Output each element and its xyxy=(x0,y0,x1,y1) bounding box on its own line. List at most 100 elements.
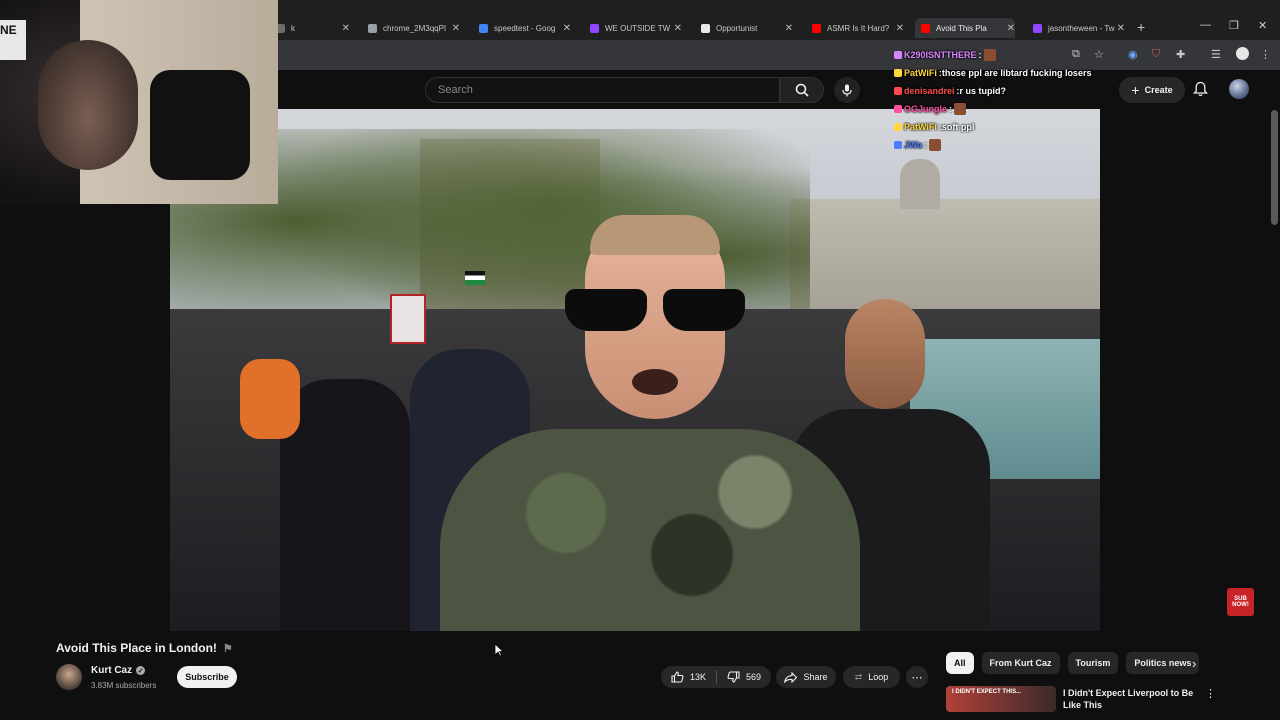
dislike-button[interactable]: 569 xyxy=(717,666,771,688)
tab-close-icon[interactable]: ✕ xyxy=(896,23,904,34)
chevron-right-icon[interactable]: › xyxy=(1192,656,1196,671)
notifications-button[interactable] xyxy=(1193,81,1208,102)
tab-favicon-icon xyxy=(590,23,599,33)
avatar[interactable] xyxy=(1229,79,1249,99)
channel-avatar[interactable] xyxy=(56,664,82,690)
more-vertical-icon[interactable]: ⋮ xyxy=(1205,687,1216,700)
webcam-streamer xyxy=(38,40,138,170)
loop-label: Loop xyxy=(868,672,889,682)
like-button[interactable]: 13K xyxy=(661,666,716,688)
page-scrollbar[interactable] xyxy=(1271,110,1278,225)
subscribe-watermark[interactable]: SUB NOW! xyxy=(1227,588,1254,616)
filter-chip[interactable]: Tourism xyxy=(1067,652,1119,674)
share-icon xyxy=(784,671,798,683)
more-horizontal-icon: ⋯ xyxy=(911,671,923,684)
browser-profile-icon[interactable] xyxy=(1236,47,1249,60)
chat-message: PatWiFi: those ppl are libtard fucking l… xyxy=(894,64,1134,82)
chat-emote-icon xyxy=(954,103,967,115)
chat-username[interactable]: PatWiFi xyxy=(904,122,937,132)
loop-icon: ⇄ xyxy=(854,671,863,682)
verified-icon: ✓ xyxy=(136,666,146,675)
extensions-puzzle-icon[interactable]: ✚ xyxy=(1176,48,1185,61)
chat-badge-icon xyxy=(894,51,902,59)
chat-username[interactable]: OGJungle xyxy=(904,104,947,114)
tab-label: chrome_2M3qqPI xyxy=(383,23,447,33)
filter-chip[interactable]: Politics news xyxy=(1126,652,1200,674)
video-player[interactable] xyxy=(170,109,1100,631)
minimize-button[interactable]: — xyxy=(1200,19,1211,31)
search-box[interactable] xyxy=(425,77,780,103)
subscriber-count: 3.83M subscribers xyxy=(91,681,157,690)
browser-tab[interactable]: k ✕ xyxy=(270,18,350,38)
browser-tab[interactable]: ASMR Is It Hard? ✕ xyxy=(806,18,904,38)
chat-username[interactable]: denisandrei xyxy=(904,86,955,96)
tab-close-icon[interactable]: ✕ xyxy=(342,23,350,34)
tab-close-icon[interactable]: ✕ xyxy=(1007,23,1015,34)
chat-message: denisandrei: r us tupid? xyxy=(894,82,1134,100)
chat-message: JWa: xyxy=(894,136,1134,154)
chat-message: PatWiFi: soft ppl xyxy=(894,118,1134,136)
video-title-text: Avoid This Place in London! xyxy=(56,641,217,655)
more-actions-button[interactable]: ⋯ xyxy=(906,666,928,688)
webcam-overlay: NE xyxy=(0,0,278,204)
channel-name-text: Kurt Caz xyxy=(91,665,133,676)
tab-label: Opportunist xyxy=(716,23,758,33)
tab-label: Avoid This Pla xyxy=(936,23,987,33)
chat-text: those ppl are libtard fucking losers xyxy=(941,68,1092,78)
flag-icon: ⚑ xyxy=(222,643,233,655)
chat-badge-icon xyxy=(894,69,902,77)
chat-username[interactable]: PatWiFi xyxy=(904,68,937,78)
tab-close-icon[interactable]: ✕ xyxy=(785,23,793,34)
filter-chip[interactable]: From Kurt Caz xyxy=(981,652,1060,674)
search-icon xyxy=(795,83,809,97)
tab-close-icon[interactable]: ✕ xyxy=(563,23,571,34)
tab-label: WE OUTSIDE TW xyxy=(605,23,671,33)
tab-favicon-icon xyxy=(921,23,930,33)
recommendation-thumbnail[interactable]: I DIDN'T EXPECT THIS... xyxy=(946,686,1056,712)
chat-message: K290ISNTTHERE: xyxy=(894,46,1134,64)
chat-emote-icon xyxy=(983,49,996,61)
chat-username[interactable]: K290ISNTTHERE xyxy=(904,50,977,60)
share-button[interactable]: Share xyxy=(776,666,836,688)
tab-favicon-icon xyxy=(701,23,710,33)
chat-badge-icon xyxy=(894,123,902,131)
browser-tab[interactable]: WE OUTSIDE TW ✕ xyxy=(584,18,682,38)
browser-menu-icon[interactable]: ⋮ xyxy=(1260,48,1271,61)
browser-tab[interactable]: Avoid This Pla ✕ xyxy=(915,18,1015,38)
channel-name[interactable]: Kurt Caz ✓ xyxy=(91,665,146,676)
search-input[interactable] xyxy=(438,84,779,96)
tab-label: k xyxy=(291,23,295,33)
browser-tab[interactable]: chrome_2M3qqPI ✕ xyxy=(362,18,460,38)
chat-badge-icon xyxy=(894,105,902,113)
chat-badge-icon xyxy=(894,141,902,149)
subscribe-button[interactable]: Subscribe xyxy=(177,666,237,688)
tab-close-icon[interactable]: ✕ xyxy=(674,23,682,34)
browser-tab[interactable]: Opportunist ✕ xyxy=(695,18,793,38)
search-button[interactable] xyxy=(780,77,824,103)
maximize-button[interactable]: ❐ xyxy=(1229,19,1239,32)
extension-ublock-icon[interactable]: ⛉ xyxy=(1152,48,1160,61)
video-title: Avoid This Place in London! ⚑ xyxy=(56,641,233,655)
chat-separator: : xyxy=(978,50,982,60)
voice-search-button[interactable] xyxy=(834,77,860,103)
filter-chip[interactable]: All xyxy=(946,652,974,674)
recommendation-title[interactable]: I Didn't Expect Liverpool to Be Like Thi… xyxy=(1063,687,1198,713)
related-chips: All From Kurt Caz Tourism Politics news xyxy=(946,652,1207,674)
tab-close-icon[interactable]: ✕ xyxy=(452,23,460,34)
chat-username[interactable]: JWa xyxy=(904,140,922,150)
browser-tab[interactable]: jasontheween - Tw ✕ xyxy=(1027,18,1125,38)
tab-close-icon[interactable]: ✕ xyxy=(1117,23,1125,34)
microphone-icon xyxy=(842,84,852,96)
new-tab-button[interactable]: + xyxy=(1137,19,1145,35)
sidebar-icon[interactable]: ☰ xyxy=(1211,48,1221,61)
share-label: Share xyxy=(803,672,828,682)
close-window-button[interactable]: ✕ xyxy=(1258,19,1267,32)
browser-tab[interactable]: speedtest - Goog ✕ xyxy=(473,18,571,38)
create-label: Create xyxy=(1144,85,1173,95)
video-frame-presenter xyxy=(440,215,860,631)
tab-label: jasontheween - Tw xyxy=(1048,23,1115,33)
like-dislike-group: 13K 569 xyxy=(661,666,771,688)
tab-favicon-icon xyxy=(1033,23,1042,33)
loop-button[interactable]: ⇄ Loop xyxy=(843,666,900,688)
chat-text: soft ppl xyxy=(941,122,975,132)
